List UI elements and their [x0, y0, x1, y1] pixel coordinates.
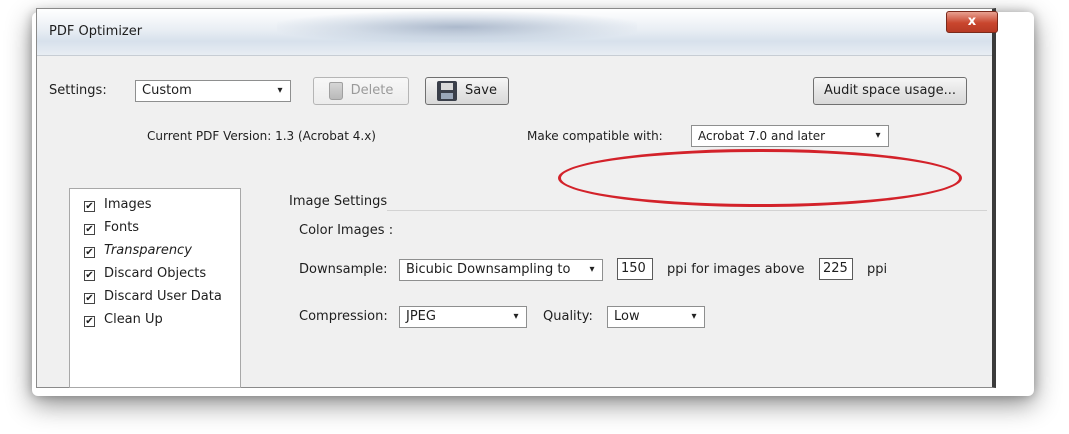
downsample-ppi-input[interactable]: 150: [617, 258, 653, 280]
image-settings-divider: [387, 210, 987, 211]
color-images-label: Color Images :: [299, 223, 394, 238]
window-title: PDF Optimizer: [49, 24, 143, 39]
category-transparency[interactable]: ✔ Transparency: [84, 243, 192, 258]
chevron-down-icon: ▾: [589, 264, 595, 275]
downsample-select-value: Bicubic Downsampling to: [406, 262, 571, 277]
settings-select-value: Custom: [142, 83, 192, 98]
settings-label: Settings:: [49, 83, 107, 98]
close-button[interactable]: x: [946, 11, 998, 33]
floppy-disk-icon: [437, 80, 458, 101]
close-icon: x: [967, 14, 977, 29]
checkbox-discard-user-data[interactable]: ✔: [84, 293, 95, 304]
quality-label: Quality:: [543, 309, 593, 324]
ppi-for-images-above-label: ppi for images above: [667, 262, 805, 277]
checkbox-clean-up[interactable]: ✔: [84, 316, 95, 327]
category-fonts[interactable]: ✔ Fonts: [84, 220, 139, 235]
downsample-select[interactable]: Bicubic Downsampling to ▾: [399, 259, 603, 281]
quality-select[interactable]: Low ▾: [607, 306, 705, 328]
pdf-optimizer-dialog: PDF Optimizer x Settings: Custom ▾ Delet…: [36, 8, 998, 388]
compression-select-value: JPEG: [406, 309, 436, 324]
checkbox-images[interactable]: ✔: [84, 201, 95, 212]
category-discard-objects[interactable]: ✔ Discard Objects: [84, 266, 206, 281]
images-above-ppi-input[interactable]: 225: [819, 258, 853, 280]
chevron-down-icon: ▾: [513, 311, 519, 322]
compatibility-highlight-ellipse: [558, 149, 962, 207]
checkbox-transparency[interactable]: ✔: [84, 247, 95, 258]
title-bar-glow: [277, 11, 637, 43]
save-button[interactable]: Save: [425, 77, 509, 105]
audit-space-usage-button[interactable]: Audit space usage...: [813, 77, 967, 105]
image-settings-heading: Image Settings: [289, 194, 388, 209]
delete-button[interactable]: Delete: [313, 77, 409, 105]
ppi-unit-label: ppi: [867, 262, 888, 277]
audit-space-usage-label: Audit space usage...: [823, 83, 957, 98]
category-images[interactable]: ✔ Images: [84, 197, 152, 212]
optimizer-category-list: ✔ Images ✔ Fonts ✔ Transparency ✔ Discard Ob…: [69, 188, 241, 388]
category-clean-up[interactable]: ✔ Clean Up: [84, 312, 163, 327]
chevron-down-icon: ▾: [691, 311, 697, 322]
delete-button-label: Delete: [350, 83, 394, 98]
downsample-label: Downsample:: [299, 262, 388, 277]
quality-select-value: Low: [614, 309, 640, 324]
save-button-label: Save: [465, 83, 497, 98]
checkbox-fonts[interactable]: ✔: [84, 224, 95, 235]
compatibility-select-value: Acrobat 7.0 and later: [698, 129, 826, 143]
trash-icon: [328, 81, 343, 100]
make-compatible-label: Make compatible with:: [527, 129, 663, 143]
compression-select[interactable]: JPEG ▾: [399, 306, 527, 328]
settings-select[interactable]: Custom ▾: [135, 80, 291, 102]
category-discard-user-data[interactable]: ✔ Discard User Data: [84, 289, 222, 304]
current-pdf-version: Current PDF Version: 1.3 (Acrobat 4.x): [147, 129, 376, 143]
compression-label: Compression:: [299, 309, 388, 324]
compatibility-select[interactable]: Acrobat 7.0 and later ▾: [691, 125, 889, 147]
title-bar[interactable]: PDF Optimizer x: [37, 9, 998, 56]
chevron-down-icon: ▾: [277, 85, 283, 96]
checkbox-discard-objects[interactable]: ✔: [84, 270, 95, 281]
chevron-down-icon: ▾: [875, 130, 881, 141]
